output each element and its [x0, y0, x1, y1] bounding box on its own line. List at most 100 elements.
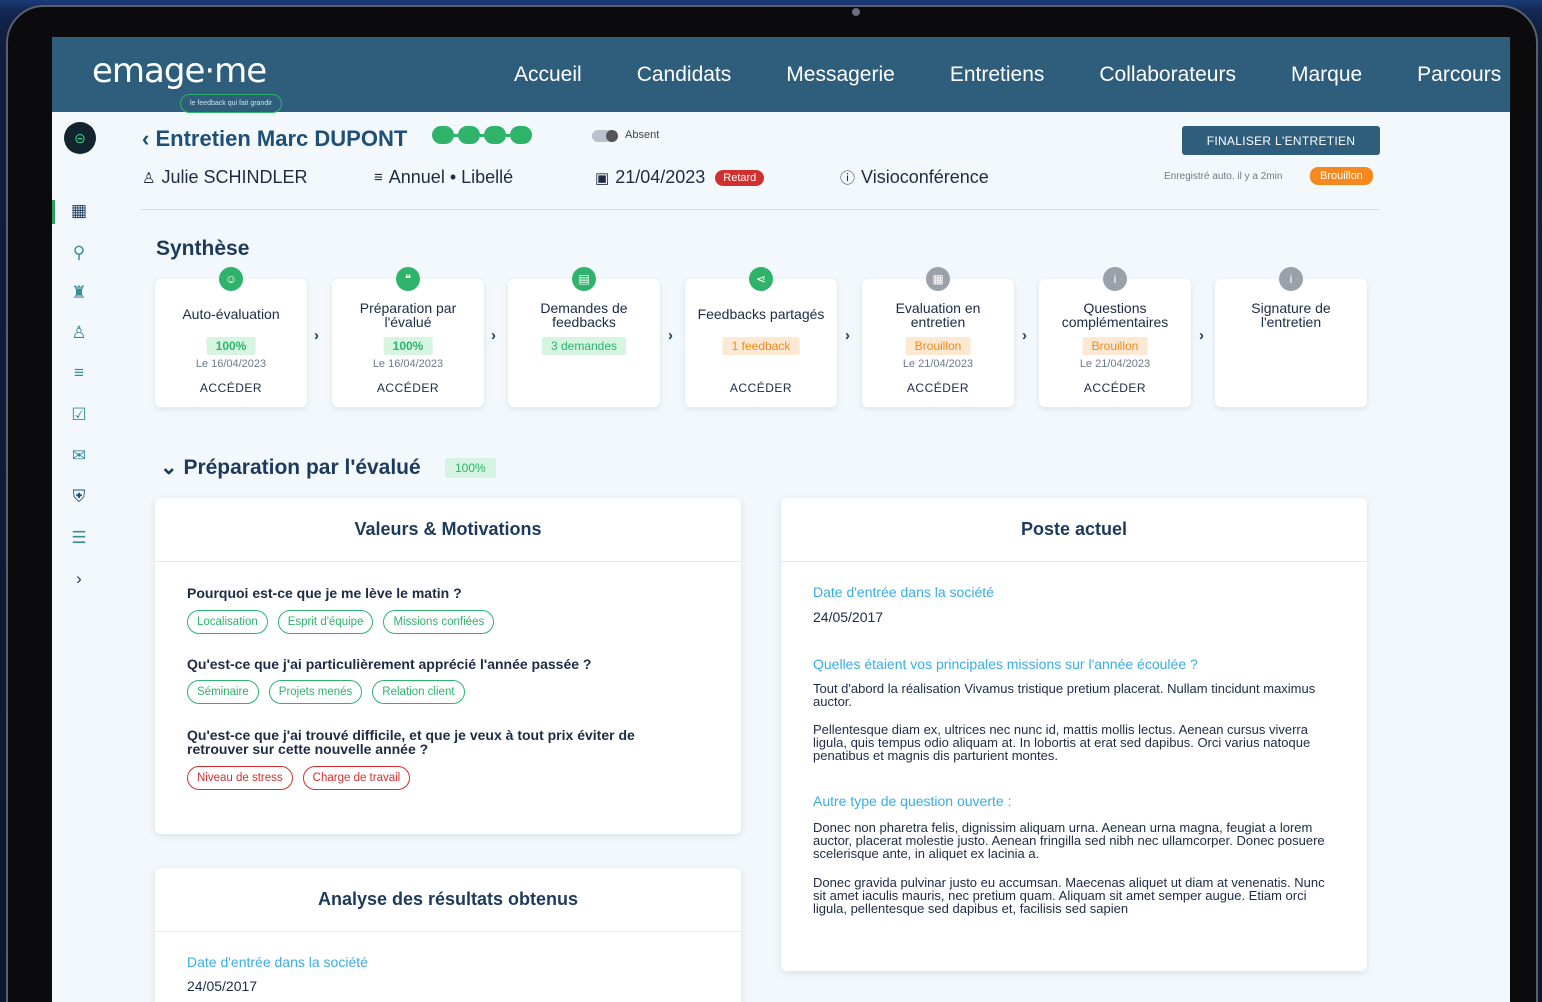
side-logo-icon[interactable]: ⊝ [64, 122, 96, 154]
question-3: Qu'est-ce que j'ai trouvé difficile, et … [187, 728, 635, 756]
info-icon: ⓘ [840, 170, 856, 187]
synthese-title: Synthèse [156, 237, 250, 260]
interview-title: Entretien Marc DUPONT [155, 126, 408, 151]
question-2: Qu'est-ce que j'ai particulièrement appr… [187, 656, 592, 672]
step-dot [432, 126, 454, 144]
interview-mode-label: Visioconférence [861, 167, 989, 187]
app-logo[interactable]: emage·me le feedback qui fait grandir [92, 51, 283, 113]
camera-dot [852, 8, 860, 16]
field-label: Quelles étaient vos principales missions… [813, 656, 1198, 672]
finalize-button[interactable]: FINALISER L'ENTRETIEN [1182, 126, 1380, 155]
answer-text: Donec gravida pulvinar justo eu accumsan… [813, 875, 1325, 916]
card-access-link[interactable]: ACCÉDER [862, 381, 1014, 395]
list-icon[interactable]: ☰ [68, 527, 90, 549]
chat-icon: ❝ [396, 267, 420, 291]
answer-text: Tout d'abord la réalisation Vivamus tris… [813, 681, 1316, 709]
card-pill: 100% [383, 337, 433, 355]
chevron-right-icon[interactable]: › [68, 568, 90, 590]
chevron-right-icon: › [1199, 327, 1204, 344]
checklist-icon[interactable]: ☑ [68, 404, 90, 426]
answer-text: Donec non pharetra felis, dignissim aliq… [813, 820, 1325, 861]
question-1: Pourquoi est-ce que je me lève le matin … [187, 585, 462, 601]
tag-chip: Niveau de stress [187, 766, 293, 790]
synthese-card-shared-feedbacks[interactable]: ⋖ Feedbacks partagés 1 feedback ACCÉDER [685, 267, 837, 407]
nav-item-marque[interactable]: Marque [1291, 63, 1362, 87]
tag-chip: Projets menés [268, 680, 363, 704]
step-dot [510, 126, 532, 144]
tag-group-2: Séminaire Projets menés Relation client [187, 680, 475, 704]
chevron-right-icon: › [1022, 327, 1027, 344]
page-title[interactable]: ‹ Entretien Marc DUPONT [142, 126, 407, 152]
synthese-card-feedback-requests[interactable]: ▤ Demandes de feedbacks 3 demandes [508, 267, 660, 407]
mail-icon[interactable]: ✉ [68, 445, 90, 467]
field-label: Autre type de question ouverte : [813, 793, 1012, 809]
nav-item-collaborateurs[interactable]: Collaborateurs [1099, 63, 1236, 87]
message-icon: ▤ [572, 267, 596, 291]
nav-menu: Accueil Candidats Messagerie Entretiens … [514, 37, 1510, 112]
nav-item-messagerie[interactable]: Messagerie [786, 63, 895, 87]
synthese-card-signature[interactable]: i Signature de l'entretien [1215, 267, 1367, 407]
absent-toggle[interactable] [592, 130, 618, 142]
dashboard-icon[interactable]: ▦ [68, 200, 90, 222]
tag-group-3: Niveau de stress Charge de travail [187, 766, 420, 790]
top-nav: emage·me le feedback qui fait grandir Ac… [52, 37, 1510, 113]
card-pill: Brouillon [905, 337, 971, 355]
absent-label: Absent [625, 129, 660, 141]
candidate-search-icon[interactable]: ⚲ [68, 242, 90, 264]
logo-tagline: le feedback qui fait grandir [180, 94, 283, 113]
list-check-icon: ≡ [374, 169, 383, 186]
header-divider [140, 209, 1380, 210]
sidebar-active-indicator [52, 200, 55, 224]
list-check-icon[interactable]: ≡ [68, 362, 90, 384]
nav-item-candidats[interactable]: Candidats [637, 63, 732, 87]
synthese-card-auto-evaluation[interactable]: ☺ Auto-évaluation 100% Le 16/04/2023 ACC… [155, 267, 307, 407]
card-date: Le 21/04/2023 [902, 358, 974, 370]
card-title: Demandes de feedbacks [540, 300, 628, 330]
field-label: Date d'entrée dans la société [813, 584, 994, 600]
team-icon[interactable]: ♙ [68, 322, 90, 344]
interview-type-label: Annuel • Libellé [388, 167, 514, 187]
shield-icon[interactable]: ⛨ [68, 486, 90, 508]
card-access-link[interactable]: ACCÉDER [155, 381, 307, 395]
question-3-line-1: Qu'est-ce que j'ai trouvé difficile, et … [187, 727, 635, 743]
card-pill: Brouillon [1082, 337, 1148, 355]
section-title: Préparation par l'évalué [183, 456, 421, 479]
card-access-link[interactable]: ACCÉDER [1039, 381, 1191, 395]
nav-item-accueil[interactable]: Accueil [514, 63, 582, 87]
answer-text: Pellentesque diam ex, ultrices nec nunc … [813, 722, 1311, 763]
app-screen: emage·me le feedback qui fait grandir Ac… [52, 37, 1510, 1002]
section-toggle-preparation[interactable]: ⌄ Préparation par l'évalué [160, 455, 421, 480]
step-dot [458, 126, 480, 144]
back-icon[interactable]: ‹ [142, 126, 149, 151]
tag-chip: Relation client [372, 680, 465, 704]
synthese-card-questions[interactable]: i Questions complémentaires Brouillon Le… [1039, 267, 1191, 407]
card-access-link[interactable]: ACCÉDER [332, 381, 484, 395]
manager-name: Julie SCHINDLER [161, 167, 308, 187]
nav-item-entretiens[interactable]: Entretiens [950, 63, 1045, 87]
graduate-icon[interactable]: ♜ [68, 282, 90, 304]
interview-type: ≡ Annuel • Libellé [374, 167, 513, 188]
user-icon: ☺ [219, 267, 243, 291]
interview-date: ▣ 21/04/2023 Retard [595, 167, 765, 188]
grid-icon: ▦ [926, 267, 950, 291]
progress-badge: 100% [445, 458, 496, 478]
chevron-down-icon: ⌄ [160, 456, 184, 479]
panel-title: Poste actuel [781, 498, 1367, 562]
synthese-card-evaluation[interactable]: ▦ Evaluation en entretien Brouillon Le 2… [862, 267, 1014, 407]
sidebar: ⊝ ▦ ⚲ ♜ ♙ ≡ ☑ ✉ ⛨ ☰ › [52, 112, 108, 1002]
autosave-status: Enregistré auto. il y a 2min [1164, 171, 1283, 182]
person-icon: ♙ [142, 169, 156, 187]
analysis-panel: Analyse des résultats obtenus Date d'ent… [155, 868, 741, 1002]
step-dot [484, 126, 506, 144]
values-motivations-panel: Valeurs & Motivations Pourquoi est-ce qu… [155, 498, 741, 834]
card-access-link[interactable]: ACCÉDER [685, 381, 837, 395]
status-badge: Brouillon [1310, 167, 1373, 185]
nav-item-parcours[interactable]: Parcours [1417, 63, 1501, 87]
card-date: Le 16/04/2023 [195, 358, 267, 370]
synthese-card-preparation[interactable]: ❝ Préparation par l'évalué 100% Le 16/04… [332, 267, 484, 407]
device-frame: emage·me le feedback qui fait grandir Ac… [0, 0, 1542, 1002]
chevron-right-icon: › [845, 327, 850, 344]
share-icon: ⋖ [749, 267, 773, 291]
card-pill: 100% [206, 337, 256, 355]
card-title: Questions complémentaires [1061, 300, 1169, 330]
